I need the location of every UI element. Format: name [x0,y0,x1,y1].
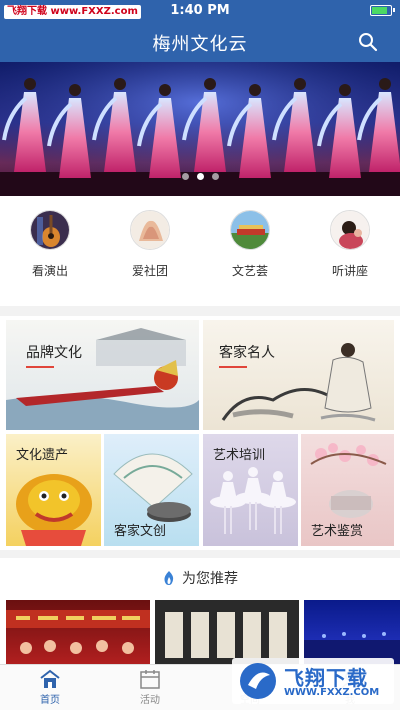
menu-item-label: 看演出 [31,264,68,278]
tile-hakka-celebrities[interactable]: 客家名人 [203,320,394,430]
hands-icon [130,210,170,250]
dancer-head [24,78,36,90]
title-underline [219,366,247,368]
dancer-head [114,78,126,90]
tile-title: 客家文创 [114,524,167,539]
home-icon [40,669,60,688]
dragon-boat-image [6,328,199,430]
title-underline [26,366,54,368]
carousel-dot[interactable] [181,173,189,180]
dancer-head [294,78,306,90]
tab-label: 首页 [40,695,60,706]
carousel-dots [0,165,400,184]
battery-fill [372,7,387,14]
tile-arts-training[interactable]: 艺术培训 [203,434,298,546]
dancer-head [249,84,261,96]
app-header: 飞翔下载 www.FXXZ.com 1:40 PM 梅州文化云 [0,0,400,62]
app-screen: 飞翔下载 www.FXXZ.com 1:40 PM 梅州文化云 看演出 爱社团 … [0,0,400,710]
watermark-url: WWW.FXXZ.COM [284,687,380,698]
page-title: 梅州文化云 [152,34,248,55]
menu-item-label: 文艺荟 [231,264,268,278]
dancer-head [69,84,81,96]
menu-item-label: 听讲座 [331,264,368,278]
tab-home[interactable]: 首页 [0,669,100,706]
menu-item-label: 爱社团 [131,264,168,278]
dancer-head [379,78,391,90]
painting-image [221,343,376,422]
battery-icon [370,5,395,16]
tile-title: 品牌文化 [26,345,82,361]
category-menu: 看演出 爱社团 文艺荟 听讲座 [0,196,400,306]
tile-title: 艺术培训 [213,448,266,463]
recommend-header: 为您推荐 [0,568,400,588]
recommend-image [6,610,150,654]
menu-item-lectures[interactable]: 听讲座 [300,210,400,279]
watermark-logo: 飞翔下载 WWW.FXXZ.COM [232,658,394,704]
watermark-logo-icon [240,663,276,699]
menu-item-performances[interactable]: 看演出 [0,210,100,279]
banner-carousel[interactable] [0,62,400,196]
dancer-head [159,84,171,96]
tile-hakka-creative[interactable]: 客家文创 [104,434,199,546]
dancer-head [204,78,216,90]
tile-brand-culture[interactable]: 品牌文化 [6,320,199,430]
flame-icon [164,571,174,585]
carousel-dot[interactable] [211,173,219,180]
guitar-icon [30,210,70,250]
carousel-dot[interactable] [196,173,204,180]
menu-item-arts[interactable]: 文艺荟 [200,210,300,279]
recommend-title: 为您推荐 [182,571,238,587]
culture-tiles: 品牌文化 客家名人 文化遗产 客家文创 艺术培训 艺术鉴赏 [0,316,400,550]
calendar-icon [140,670,160,689]
tile-cultural-heritage[interactable]: 文化遗产 [6,434,101,546]
recommend-card[interactable] [6,600,150,668]
tile-title: 客家名人 [219,345,275,361]
lecture-icon [330,210,370,250]
search-icon[interactable] [358,32,378,52]
menu-item-clubs[interactable]: 爱社团 [100,210,200,279]
landscape-icon [230,210,270,250]
tile-arts-appreciation[interactable]: 艺术鉴赏 [301,434,394,546]
dancer-head [339,84,351,96]
tile-title: 文化遗产 [16,448,69,463]
status-bar: 飞翔下载 www.FXXZ.com 1:40 PM [0,0,400,22]
status-time: 1:40 PM [170,3,230,18]
tile-title: 艺术鉴赏 [311,524,364,539]
recommend-section: 为您推荐 [0,558,400,668]
tab-label: 活动 [140,695,160,706]
tab-activities[interactable]: 活动 [100,669,200,706]
